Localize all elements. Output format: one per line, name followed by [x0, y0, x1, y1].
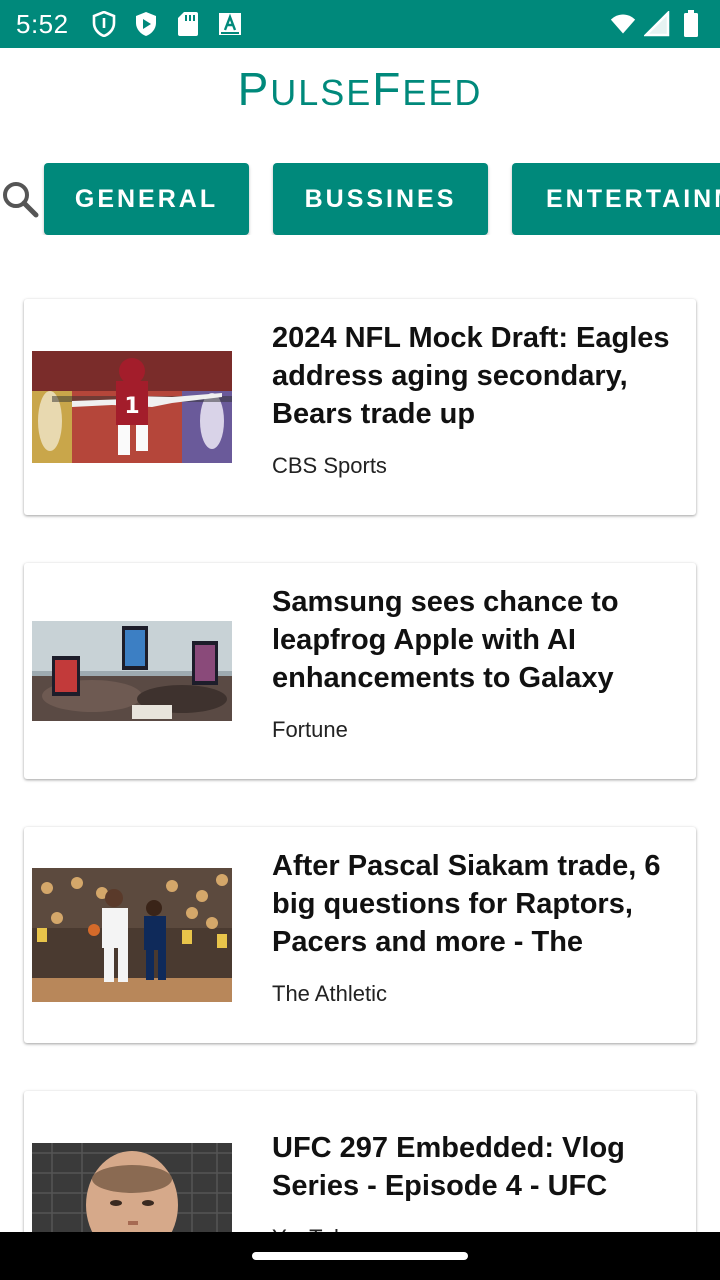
title-rest-ulse: ULSE: [270, 72, 373, 113]
article-card[interactable]: After Pascal Siakam trade, 6 big questio…: [24, 827, 696, 1043]
article-source: The Athletic: [272, 981, 387, 1006]
play-protect-icon: [133, 11, 159, 37]
app-title: PULSEFEED: [0, 62, 720, 116]
home-gesture-handle[interactable]: [252, 1252, 468, 1260]
search-button[interactable]: [0, 163, 44, 235]
article-source: Fortune: [272, 717, 348, 742]
status-time: 5:52: [16, 8, 69, 39]
navigation-bar: [0, 1232, 720, 1280]
article-title: After Pascal Siakam trade, 6 big questio…: [272, 850, 661, 958]
svg-text:1: 1: [124, 394, 139, 419]
search-icon: [3, 182, 39, 218]
article-source: CBS Sports: [272, 453, 387, 478]
battery-icon: [678, 10, 704, 37]
article-title: 2024 NFL Mock Draft: Eagles address agin…: [272, 322, 670, 430]
article-card[interactable]: 1 2024 NFL Mock Draft: Eagles address ag…: [24, 299, 696, 515]
category-chip-general[interactable]: GENERAL: [44, 163, 249, 235]
status-bar: 5:52: [0, 0, 720, 48]
sd-card-icon: [175, 11, 201, 37]
article-title: Samsung sees chance to leapfrog Apple wi…: [272, 586, 619, 694]
article-thumbnail: [32, 868, 232, 1002]
signal-icon: [644, 11, 670, 37]
font-a-icon: [217, 11, 243, 37]
article-card[interactable]: Samsung sees chance to leapfrog Apple wi…: [24, 563, 696, 779]
category-bar: GENERAL BUSSINES ENTERTAINMENT: [0, 163, 720, 235]
category-chip-entertainment[interactable]: ENTERTAINMENT: [512, 163, 720, 235]
title-initial-f: F: [372, 63, 403, 115]
article-title: UFC 297 Embedded: Vlog Series - Episode …: [272, 1132, 625, 1202]
shield-icon: [91, 11, 117, 37]
article-thumbnail: [32, 621, 232, 721]
wifi-icon: [610, 11, 636, 37]
title-rest-eed: EED: [402, 72, 483, 113]
article-thumbnail: 1: [32, 351, 232, 463]
title-initial-p: P: [237, 63, 271, 115]
category-chip-business[interactable]: BUSSINES: [273, 163, 488, 235]
